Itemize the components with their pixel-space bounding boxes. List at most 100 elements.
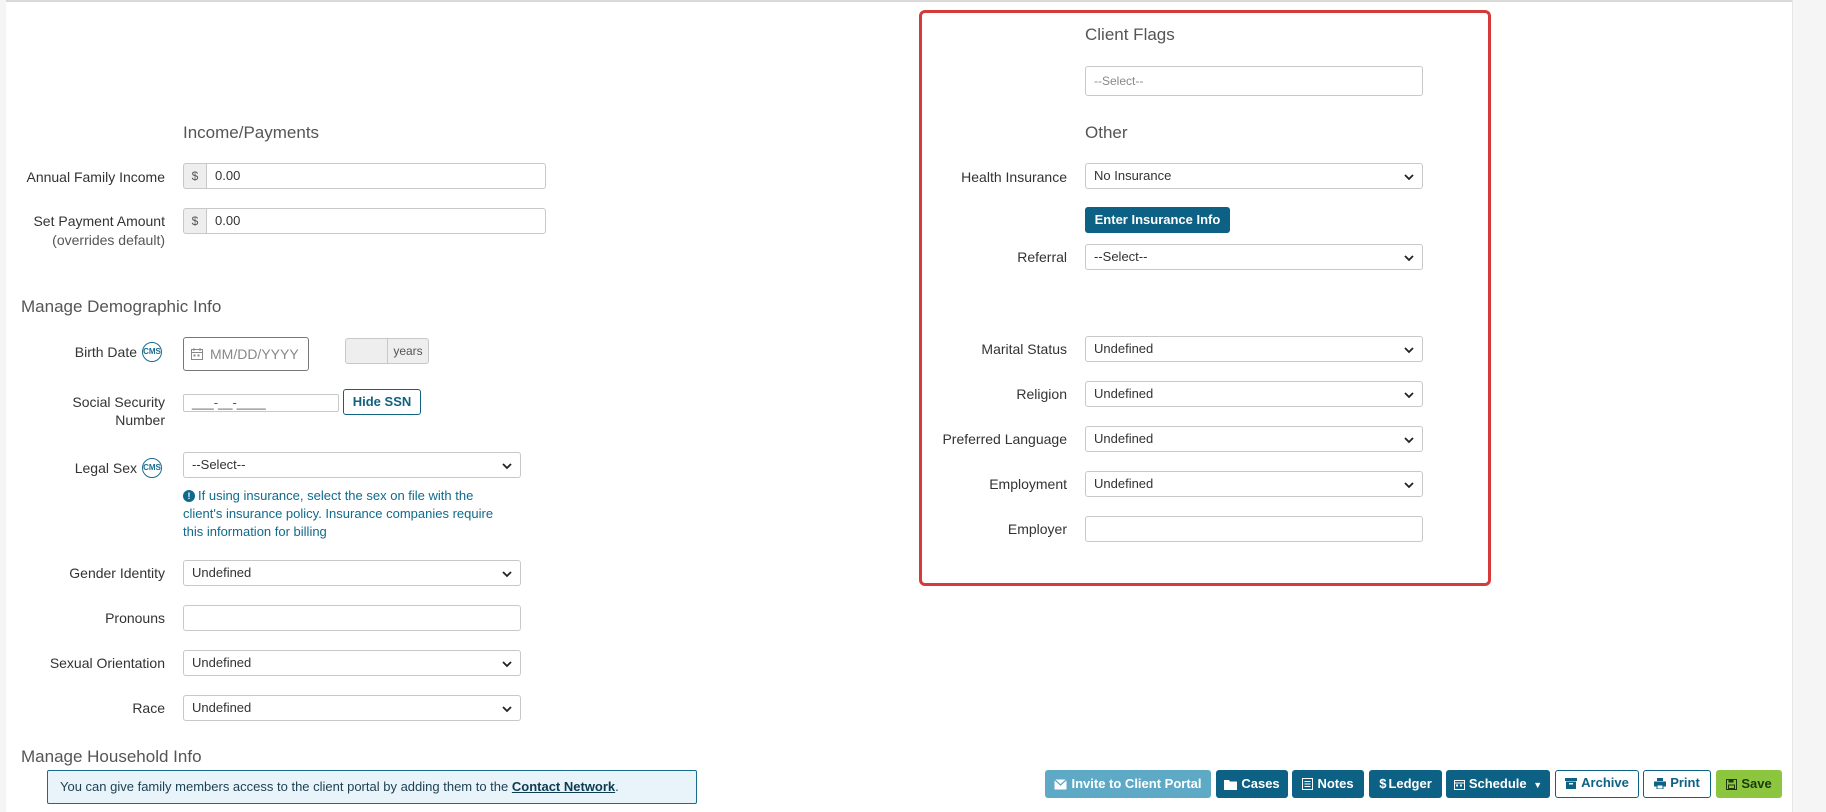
notes-label: Notes bbox=[1317, 776, 1354, 791]
highlight-box bbox=[919, 10, 1491, 586]
employment-select[interactable]: Undefined bbox=[1085, 471, 1423, 497]
birth-date-input[interactable]: MM/DD/YYYY bbox=[183, 337, 309, 371]
notes-icon bbox=[1302, 778, 1314, 790]
contact-network-link[interactable]: Contact Network bbox=[512, 779, 615, 794]
sexual-orientation-label: Sexual Orientation bbox=[49, 655, 165, 671]
sexual-orientation-value: Undefined bbox=[192, 655, 252, 670]
chevron-down-icon bbox=[1404, 392, 1414, 399]
print-label: Print bbox=[1670, 775, 1700, 790]
gender-identity-select[interactable]: Undefined bbox=[183, 560, 521, 586]
gender-identity-value: Undefined bbox=[192, 565, 252, 580]
chevron-down-icon bbox=[1404, 347, 1414, 354]
employment-value: Undefined bbox=[1094, 476, 1154, 491]
ssn-label-line2: Number bbox=[115, 412, 165, 428]
legal-sex-note: ! If using insurance, select the sex on f… bbox=[183, 487, 493, 541]
race-value: Undefined bbox=[192, 700, 252, 715]
ssn-label-line1: Social Security bbox=[72, 394, 165, 410]
legal-sex-label: Legal Sex bbox=[74, 460, 137, 476]
cases-button[interactable]: Cases bbox=[1216, 770, 1288, 798]
archive-button[interactable]: Archive bbox=[1555, 770, 1639, 798]
currency-addon: $ bbox=[183, 163, 207, 189]
marital-status-value: Undefined bbox=[1094, 341, 1154, 356]
set-payment-amount-label: Set Payment Amount bbox=[33, 213, 165, 229]
race-label: Race bbox=[132, 700, 165, 716]
chevron-down-icon bbox=[502, 661, 512, 668]
ledger-label: Ledger bbox=[1388, 776, 1432, 791]
referral-select[interactable]: --Select-- bbox=[1085, 244, 1423, 270]
right-scroll-gutter bbox=[1792, 0, 1826, 812]
save-button[interactable]: Save bbox=[1716, 770, 1782, 798]
printer-icon bbox=[1654, 778, 1667, 790]
race-select[interactable]: Undefined bbox=[183, 695, 521, 721]
religion-value: Undefined bbox=[1094, 386, 1154, 401]
caret-down-icon: ▼ bbox=[1533, 780, 1543, 790]
hide-ssn-button[interactable]: Hide SSN bbox=[343, 389, 421, 415]
legal-sex-note-line2: client's insurance policy. Insurance com… bbox=[183, 506, 494, 521]
floppy-disk-icon bbox=[1726, 779, 1738, 790]
invite-client-portal-button[interactable]: Invite to Client Portal bbox=[1045, 770, 1211, 798]
invite-label: Invite to Client Portal bbox=[1071, 776, 1202, 791]
schedule-label: Schedule bbox=[1468, 776, 1527, 791]
contact-network-alert: You can give family members access to th… bbox=[47, 770, 697, 804]
marital-status-select[interactable]: Undefined bbox=[1085, 336, 1423, 362]
preferred-language-select[interactable]: Undefined bbox=[1085, 426, 1423, 452]
marital-status-label: Marital Status bbox=[981, 341, 1067, 357]
client-flags-heading: Client Flags bbox=[1085, 25, 1175, 44]
ledger-button[interactable]: $ Ledger bbox=[1369, 770, 1442, 798]
demographic-heading: Manage Demographic Info bbox=[21, 297, 222, 316]
pronouns-label: Pronouns bbox=[105, 610, 165, 626]
preferred-language-value: Undefined bbox=[1094, 431, 1154, 446]
alert-text: You can give family members access to th… bbox=[60, 779, 512, 794]
chevron-down-icon bbox=[502, 463, 512, 470]
set-payment-amount-input[interactable]: 0.00 bbox=[206, 208, 546, 234]
referral-label: Referral bbox=[1017, 249, 1067, 265]
archive-icon bbox=[1565, 778, 1578, 789]
employer-input[interactable] bbox=[1085, 516, 1423, 542]
chevron-down-icon bbox=[1404, 482, 1414, 489]
chevron-down-icon bbox=[502, 571, 512, 578]
health-insurance-select[interactable]: No Insurance bbox=[1085, 163, 1423, 189]
legal-sex-select[interactable]: --Select-- bbox=[183, 452, 521, 478]
top-border bbox=[0, 0, 1826, 2]
set-payment-amount-sublabel: (overrides default) bbox=[52, 232, 165, 248]
save-label: Save bbox=[1741, 776, 1772, 791]
birth-date-placeholder: MM/DD/YYYY bbox=[210, 346, 299, 362]
annual-family-income-label: Annual Family Income bbox=[26, 169, 165, 185]
dollar-icon: $ bbox=[1379, 776, 1387, 791]
referral-value: --Select-- bbox=[1094, 249, 1148, 264]
other-heading: Other bbox=[1085, 123, 1128, 142]
cases-label: Cases bbox=[1241, 776, 1280, 791]
sexual-orientation-select[interactable]: Undefined bbox=[183, 650, 521, 676]
schedule-dropdown-button[interactable]: Schedule ▼ bbox=[1446, 770, 1550, 798]
alert-suffix: . bbox=[615, 779, 619, 794]
employment-label: Employment bbox=[989, 476, 1067, 492]
religion-label: Religion bbox=[1016, 386, 1067, 402]
client-flags-select[interactable]: --Select-- bbox=[1085, 66, 1423, 96]
birth-date-label: Birth Date bbox=[74, 344, 137, 360]
health-insurance-value: No Insurance bbox=[1094, 168, 1172, 183]
ssn-input[interactable]: ___-__-____ bbox=[183, 394, 339, 412]
household-heading: Manage Household Info bbox=[21, 747, 202, 766]
cms-badge: CMS bbox=[142, 458, 162, 478]
archive-label: Archive bbox=[1581, 775, 1629, 790]
notes-button[interactable]: Notes bbox=[1292, 770, 1364, 798]
preferred-language-label: Preferred Language bbox=[942, 431, 1067, 447]
pronouns-input[interactable] bbox=[183, 605, 521, 631]
employer-label: Employer bbox=[1007, 521, 1067, 537]
chevron-down-icon bbox=[1404, 255, 1414, 262]
currency-addon: $ bbox=[183, 208, 207, 234]
chevron-down-icon bbox=[502, 706, 512, 713]
enter-insurance-info-button[interactable]: Enter Insurance Info bbox=[1085, 207, 1230, 233]
folder-icon bbox=[1224, 780, 1238, 790]
annual-family-income-input[interactable]: 0.00 bbox=[206, 163, 546, 189]
client-flags-placeholder: --Select-- bbox=[1094, 74, 1144, 88]
print-button[interactable]: Print bbox=[1643, 770, 1711, 798]
calendar-icon bbox=[1453, 780, 1465, 790]
legal-sex-note-line1: If using insurance, select the sex on fi… bbox=[198, 488, 474, 503]
religion-select[interactable]: Undefined bbox=[1085, 381, 1423, 407]
age-unit-addon: years bbox=[387, 338, 429, 364]
calendar-icon bbox=[191, 348, 203, 360]
legal-sex-note-line3: this information for billing bbox=[183, 524, 327, 539]
envelope-icon bbox=[1054, 779, 1068, 790]
income-heading: Income/Payments bbox=[183, 123, 320, 142]
